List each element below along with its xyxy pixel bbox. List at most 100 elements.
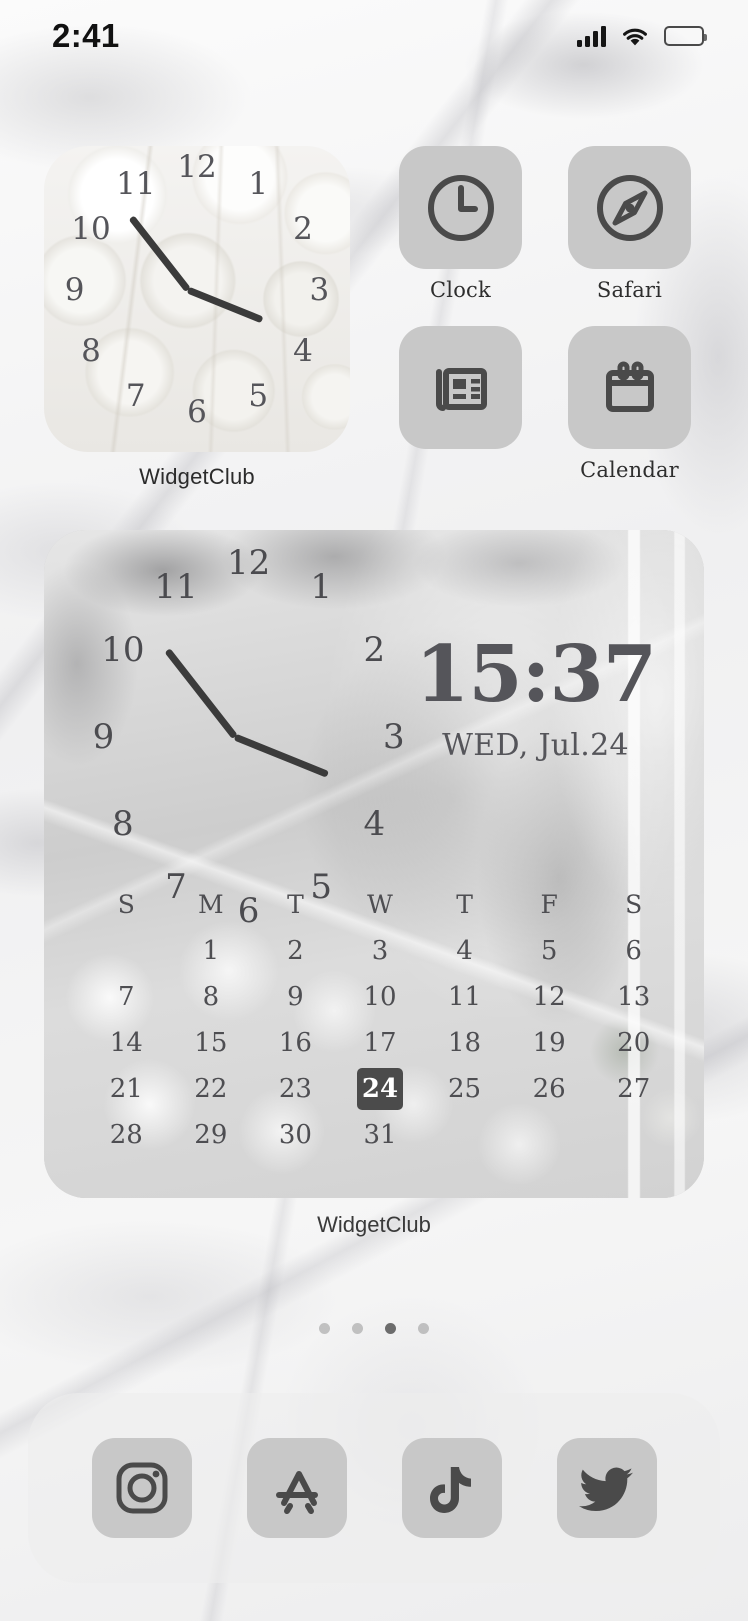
clock-numeral-4: 4: [293, 333, 313, 370]
clock-numeral-10: 10: [101, 630, 145, 671]
app-news[interactable]: [386, 326, 535, 496]
calendar-grid: SMTWTFS 1 2 3 4 5 6 7 8 9 10 11 12 13 14 15 16 17 18 19 20 2…: [84, 882, 676, 1158]
calendar-day-1: 1: [202, 936, 220, 966]
calendar-week-row: 21 22 23 24 25 26 27: [84, 1066, 676, 1112]
clock-numeral-9: 9: [64, 271, 85, 308]
calendar-day-18: 18: [448, 1028, 482, 1058]
calendar-day-22: 22: [194, 1074, 228, 1104]
calendar-day-21: 21: [109, 1074, 143, 1104]
dock: [28, 1393, 720, 1583]
clock-numeral-2: 2: [363, 630, 386, 671]
status-bar-icons: [577, 25, 707, 47]
calendar-day-empty: [507, 1112, 592, 1158]
twitter-bird-icon[interactable]: [556, 1438, 657, 1538]
calendar-day-23: 23: [278, 1074, 312, 1104]
home-screen: 2:41 12 1 2 3 4 5 6 7 8 9 10 11 WidgetClub: [0, 0, 748, 1621]
calendar-day-empty: [591, 1112, 676, 1158]
clock-numeral-12: 12: [226, 543, 271, 584]
calendar-day-3: 3: [371, 936, 389, 966]
page-indicator-dots[interactable]: [0, 1323, 748, 1334]
newspaper-icon[interactable]: [399, 326, 522, 449]
calendar-week-row: 7 8 9 10 11 12 13: [84, 974, 676, 1020]
tiktok-icon[interactable]: [401, 1438, 502, 1538]
calendar-week-row: 28 29 30 31: [84, 1112, 676, 1158]
calendar-day-20: 20: [617, 1028, 651, 1058]
calendar-icon[interactable]: [568, 326, 691, 449]
calendar-day-27: 27: [617, 1074, 651, 1104]
clock-numeral-10: 10: [71, 210, 111, 247]
calendar-day-29: 29: [194, 1120, 228, 1150]
calendar-day-2: 2: [287, 936, 304, 966]
calendar-day-16: 16: [278, 1028, 312, 1058]
page-dot-0[interactable]: [319, 1323, 330, 1334]
widget-label-clock-small: WidgetClub: [139, 464, 255, 489]
calendar-day-11: 11: [448, 982, 482, 1012]
digital-date: WED, Jul.24: [442, 728, 629, 763]
calendar-weekday-headers: SMTWTFS: [84, 882, 676, 928]
calendar-day-today: 24: [338, 1066, 423, 1112]
clock-numeral-11: 11: [116, 165, 156, 202]
calendar-day-12: 12: [532, 982, 566, 1012]
digital-time: 15:37: [415, 629, 657, 720]
clock-numeral-6: 6: [187, 394, 207, 431]
calendar-header-6: S: [625, 890, 643, 919]
clock-numeral-9: 9: [92, 717, 115, 758]
battery-icon: [664, 26, 707, 46]
clock-numeral-3: 3: [382, 717, 405, 758]
calendar-header-5: F: [540, 890, 558, 919]
calendar-day-26: 26: [532, 1074, 566, 1104]
compass-icon[interactable]: [568, 146, 691, 269]
calendar-day-25: 25: [448, 1074, 482, 1104]
calendar-day-empty: [422, 1112, 507, 1158]
calendar-day-4: 4: [456, 936, 473, 966]
calendar-day-28: 28: [109, 1120, 143, 1150]
clock-numeral-4: 4: [363, 803, 386, 844]
app-label-calendar: Calendar: [580, 458, 679, 482]
calendar-day-14: 14: [109, 1028, 143, 1058]
app-icon-grid: Clock Safari Calendar: [350, 146, 704, 496]
clock-numeral-2: 2: [293, 210, 313, 247]
digital-clock-block: 15:37 WED, Jul.24: [415, 629, 657, 764]
app-label-clock: Clock: [430, 278, 491, 302]
calendar-week-row: 14 15 16 17 18 19 20: [84, 1020, 676, 1066]
calendar-header-4: T: [456, 890, 473, 919]
calendar-header-1: M: [198, 890, 224, 919]
widget-clock-calendar-large[interactable]: 12 1 2 3 4 5 6 7 8 9 10 11 15:37 WED, Jul.24 SMTWTF…: [44, 530, 704, 1238]
page-dot-2[interactable]: [385, 1323, 396, 1334]
calendar-day-13: 13: [617, 982, 651, 1012]
calendar-header-3: W: [367, 890, 393, 919]
calendar-day-31: 31: [363, 1120, 397, 1150]
calendar-weeks: 1 2 3 4 5 6 7 8 9 10 11 12 13 14 15 16 17 18 19 20 21 22 23 24 2…: [84, 928, 676, 1158]
clock-numeral-5: 5: [248, 377, 269, 414]
app-label-safari: Safari: [596, 278, 663, 302]
app-calendar[interactable]: Calendar: [555, 326, 704, 496]
calendar-day-10: 10: [363, 982, 397, 1012]
widget-label-clock-calendar-large: WidgetClub: [317, 1212, 431, 1237]
top-row: 12 1 2 3 4 5 6 7 8 9 10 11 WidgetClub Clock: [0, 146, 748, 496]
widget-large-card[interactable]: 12 1 2 3 4 5 6 7 8 9 10 11 15:37 WED, Jul.24 SMTWTF…: [44, 530, 704, 1198]
cellular-signal-icon: [577, 25, 606, 47]
clock-icon[interactable]: [399, 146, 522, 269]
page-dot-1[interactable]: [352, 1323, 363, 1334]
calendar-day-9: 9: [287, 982, 304, 1012]
calendar-day-15: 15: [194, 1028, 228, 1058]
calendar-header-0: S: [117, 890, 135, 919]
calendar-day-17: 17: [363, 1028, 397, 1058]
status-bar-time: 2:41: [52, 17, 120, 54]
clock-numeral-12: 12: [177, 149, 217, 186]
widget-clock-small[interactable]: 12 1 2 3 4 5 6 7 8 9 10 11 WidgetClub: [44, 146, 350, 496]
analog-clock-face-small[interactable]: 12 1 2 3 4 5 6 7 8 9 10 11: [44, 146, 350, 452]
app-clock[interactable]: Clock: [386, 146, 535, 316]
wifi-icon: [620, 25, 650, 47]
calendar-day-19: 19: [532, 1028, 566, 1058]
calendar-week-row: 1 2 3 4 5 6: [84, 928, 676, 974]
clock-numeral-8: 8: [112, 803, 134, 844]
status-bar: 2:41: [0, 0, 748, 72]
calendar-day-empty: [84, 928, 169, 974]
calendar-day-30: 30: [278, 1120, 312, 1150]
page-dot-3[interactable]: [418, 1323, 429, 1334]
instagram-icon[interactable]: [91, 1438, 192, 1538]
calendar-day-6: 6: [625, 936, 642, 966]
app-store-icon[interactable]: [246, 1438, 347, 1538]
app-safari[interactable]: Safari: [555, 146, 704, 316]
